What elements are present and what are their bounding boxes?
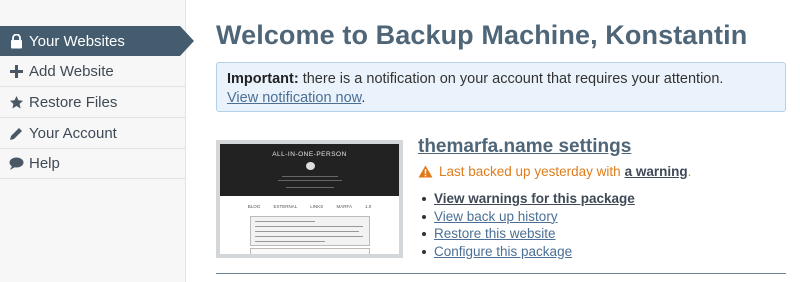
plus-icon <box>8 64 24 80</box>
notification-banner: Important: there is a notification on yo… <box>216 62 786 112</box>
warning-link[interactable]: a warning <box>625 164 688 179</box>
backup-status: Last backed up yesterday with a warning. <box>418 164 691 179</box>
sidebar-item-label: Your Websites <box>29 32 125 50</box>
restore-website-link[interactable]: Restore this website <box>434 226 556 241</box>
thumbnail-text-line <box>255 231 359 232</box>
divider <box>216 273 786 274</box>
sidebar-item-help[interactable]: Help <box>0 149 186 179</box>
thumbnail-nav: BLOG EXTERNAL LINKS MARFA 1.0 <box>247 204 372 209</box>
backup-status-suffix: . <box>687 164 692 179</box>
sidebar-item-restore-files[interactable]: Restore Files <box>0 88 186 118</box>
backup-status-text: Last backed up yesterday with <box>439 164 621 179</box>
package-actions-list: View warnings for this package View back… <box>420 190 635 260</box>
page-title: Welcome to Backup Machine, Konstantin <box>216 20 748 50</box>
thumbnail-footer-box <box>250 248 370 256</box>
thumbnail-text-line <box>286 187 334 188</box>
sidebar-item-label: Your Account <box>29 125 117 142</box>
thumbnail-text-line <box>282 176 338 177</box>
star-icon <box>8 95 24 111</box>
speech-bubble-icon <box>8 156 24 172</box>
notice-suffix: . <box>361 90 366 106</box>
view-backup-history-link[interactable]: View back up history <box>434 209 558 224</box>
thumbnail-content-box <box>250 216 370 246</box>
list-item: Restore this website <box>420 225 635 243</box>
thumbnail-text-line <box>255 236 363 237</box>
sidebar-item-label: Help <box>29 155 60 172</box>
list-item: View back up history <box>420 208 635 226</box>
thumbnail-logo <box>306 162 315 170</box>
sidebar-item-label: Restore Files <box>29 94 118 111</box>
sidebar: Your Websites Add Website Restore Files … <box>0 0 194 282</box>
list-item: Configure this package <box>420 243 635 261</box>
view-warnings-link[interactable]: View warnings for this package <box>434 191 635 206</box>
sidebar-item-label: Add Website <box>29 63 114 80</box>
notice-strong: Important: <box>227 71 299 87</box>
thumbnail-title: ALL-IN-ONE-PERSON <box>272 151 347 158</box>
notice-text: there is a notification on your account … <box>298 71 724 87</box>
sidebar-item-your-account[interactable]: Your Account <box>0 119 186 149</box>
website-thumbnail[interactable]: ALL-IN-ONE-PERSON BLOG EXTERNAL LINKS MA… <box>216 140 403 258</box>
pencil-icon <box>8 126 24 142</box>
thumbnail-header: ALL-IN-ONE-PERSON <box>220 144 399 196</box>
thumbnail-text-line <box>255 221 315 222</box>
thumbnail-text-line <box>259 254 309 256</box>
thumbnail-text-line <box>278 180 342 181</box>
configure-package-link[interactable]: Configure this package <box>434 244 572 259</box>
list-item: View warnings for this package <box>420 190 635 208</box>
thumbnail-text-line <box>255 226 363 227</box>
thumbnail-text-line <box>255 241 325 242</box>
lock-icon <box>8 33 24 49</box>
view-notification-link[interactable]: View notification now <box>227 90 361 106</box>
warning-icon <box>418 165 433 178</box>
website-settings-link[interactable]: themarfa.name settings <box>418 136 631 158</box>
sidebar-item-add-website[interactable]: Add Website <box>0 57 186 87</box>
sidebar-item-your-websites[interactable]: Your Websites <box>0 26 194 56</box>
